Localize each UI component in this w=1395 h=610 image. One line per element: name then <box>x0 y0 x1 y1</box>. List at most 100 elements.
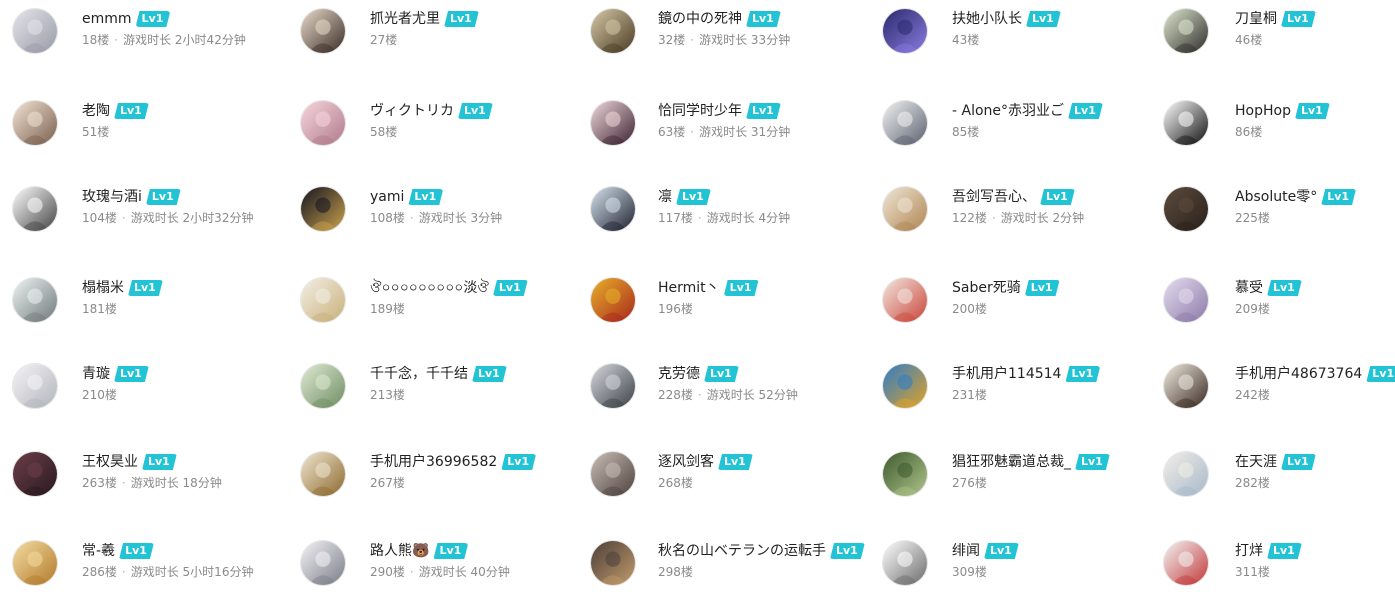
user-avatar[interactable] <box>1163 363 1209 409</box>
user-card[interactable]: ঔ০০০০০০০০০淡ঔ Lv1 189楼 <box>300 277 570 347</box>
username[interactable]: 在天涯 <box>1235 453 1277 471</box>
user-avatar[interactable] <box>1163 451 1209 497</box>
user-card[interactable]: - Alone°赤羽业ご Lv1 85楼 <box>882 100 1152 170</box>
user-card[interactable]: 王权昊业 Lv1 263楼 · 游戏时长 18分钟 <box>12 451 282 521</box>
user-card[interactable]: Hermit丶 Lv1 196楼 <box>590 277 860 347</box>
user-avatar[interactable] <box>590 451 636 497</box>
username[interactable]: 克劳德 <box>658 365 700 383</box>
username[interactable]: 常-羲 <box>82 542 115 560</box>
username[interactable]: 打烊 <box>1235 542 1263 560</box>
username[interactable]: 扶她小队长 <box>952 10 1022 28</box>
user-avatar[interactable] <box>12 363 58 409</box>
user-card[interactable]: 千千念，千千结 Lv1 213楼 <box>300 363 570 433</box>
user-avatar[interactable] <box>882 277 928 323</box>
user-card[interactable]: 玫瑰与酒i Lv1 104楼 · 游戏时长 2小时32分钟 <box>12 186 282 256</box>
user-card[interactable]: 常-羲 Lv1 286楼 · 游戏时长 5小时16分钟 <box>12 540 282 610</box>
username[interactable]: Absolute零° <box>1235 188 1317 206</box>
username[interactable]: 抓光者尤里 <box>370 10 440 28</box>
user-avatar[interactable] <box>590 540 636 586</box>
user-card[interactable]: Absolute零° Lv1 225楼 <box>1163 186 1395 256</box>
username[interactable]: HopHop <box>1235 102 1291 120</box>
user-avatar[interactable] <box>1163 186 1209 232</box>
user-avatar[interactable] <box>882 8 928 54</box>
user-card[interactable]: emmm Lv1 18楼 · 游戏时长 2小时42分钟 <box>12 8 282 78</box>
username[interactable]: Hermit丶 <box>658 279 720 297</box>
username[interactable]: 凛 <box>658 188 672 206</box>
user-card[interactable]: 老陶 Lv1 51楼 <box>12 100 282 170</box>
user-card[interactable]: HopHop Lv1 86楼 <box>1163 100 1395 170</box>
user-card[interactable]: 青璇 Lv1 210楼 <box>12 363 282 433</box>
user-card[interactable]: 绯闻 Lv1 309楼 <box>882 540 1152 610</box>
username[interactable]: Saber死骑 <box>952 279 1021 297</box>
user-card[interactable]: 手机用户48673764 Lv1 242楼 <box>1163 363 1395 433</box>
user-card[interactable]: yami Lv1 108楼 · 游戏时长 3分钟 <box>300 186 570 256</box>
user-avatar[interactable] <box>12 100 58 146</box>
user-avatar[interactable] <box>1163 100 1209 146</box>
username[interactable]: 手机用户114514 <box>952 365 1061 383</box>
user-avatar[interactable] <box>1163 277 1209 323</box>
user-avatar[interactable] <box>882 186 928 232</box>
username[interactable]: 路人熊🐻 <box>370 542 429 560</box>
user-avatar[interactable] <box>12 540 58 586</box>
user-card[interactable]: 恰同学时少年 Lv1 63楼 · 游戏时长 31分钟 <box>590 100 860 170</box>
user-card[interactable]: 慕受 Lv1 209楼 <box>1163 277 1395 347</box>
user-card[interactable]: 凛 Lv1 117楼 · 游戏时长 4分钟 <box>590 186 860 256</box>
username[interactable]: 逐风剑客 <box>658 453 714 471</box>
username[interactable]: 吾剑写吾心、 <box>952 188 1036 206</box>
user-avatar[interactable] <box>300 451 346 497</box>
user-avatar[interactable] <box>590 277 636 323</box>
username[interactable]: 榻榻米 <box>82 279 124 297</box>
username[interactable]: 恰同学时少年 <box>658 102 742 120</box>
user-avatar[interactable] <box>300 186 346 232</box>
user-avatar[interactable] <box>882 363 928 409</box>
username[interactable]: ヴィクトリカ <box>370 102 454 120</box>
user-card[interactable]: 鏡の中の死神 Lv1 32楼 · 游戏时长 33分钟 <box>590 8 860 78</box>
user-card[interactable]: 打烊 Lv1 311楼 <box>1163 540 1395 610</box>
user-avatar[interactable] <box>12 277 58 323</box>
user-card[interactable]: 吾剑写吾心、 Lv1 122楼 · 游戏时长 2分钟 <box>882 186 1152 256</box>
username[interactable]: 手机用户48673764 <box>1235 365 1362 383</box>
user-card[interactable]: 刀皇桐 Lv1 46楼 <box>1163 8 1395 78</box>
user-avatar[interactable] <box>300 277 346 323</box>
user-card[interactable]: 榻榻米 Lv1 181楼 <box>12 277 282 347</box>
username[interactable]: yami <box>370 188 404 206</box>
username[interactable]: 秋名の山ベテランの运転手 <box>658 542 826 560</box>
user-card[interactable]: 手机用户114514 Lv1 231楼 <box>882 363 1152 433</box>
username[interactable]: 鏡の中の死神 <box>658 10 742 28</box>
user-avatar[interactable] <box>590 100 636 146</box>
user-avatar[interactable] <box>590 8 636 54</box>
username[interactable]: 王权昊业 <box>82 453 138 471</box>
user-card[interactable]: 逐风剑客 Lv1 268楼 <box>590 451 860 521</box>
username[interactable]: 猖狂邪魅霸道总裁_ <box>952 453 1071 471</box>
user-card[interactable]: 手机用户36996582 Lv1 267楼 <box>300 451 570 521</box>
user-card[interactable]: 路人熊🐻 Lv1 290楼 · 游戏时长 40分钟 <box>300 540 570 610</box>
username[interactable]: 老陶 <box>82 102 110 120</box>
username[interactable]: emmm <box>82 10 132 28</box>
user-avatar[interactable] <box>300 540 346 586</box>
username[interactable]: 千千念，千千结 <box>370 365 468 383</box>
user-card[interactable]: 秋名の山ベテランの运転手 Lv1 298楼 <box>590 540 860 610</box>
username[interactable]: 绯闻 <box>952 542 980 560</box>
username[interactable]: 慕受 <box>1235 279 1263 297</box>
user-avatar[interactable] <box>1163 8 1209 54</box>
username[interactable]: 玫瑰与酒i <box>82 188 142 206</box>
username[interactable]: 刀皇桐 <box>1235 10 1277 28</box>
user-avatar[interactable] <box>12 451 58 497</box>
user-avatar[interactable] <box>590 186 636 232</box>
user-avatar[interactable] <box>300 8 346 54</box>
user-avatar[interactable] <box>300 363 346 409</box>
user-avatar[interactable] <box>590 363 636 409</box>
username[interactable]: 手机用户36996582 <box>370 453 497 471</box>
user-card[interactable]: Saber死骑 Lv1 200楼 <box>882 277 1152 347</box>
user-avatar[interactable] <box>12 8 58 54</box>
username[interactable]: 青璇 <box>82 365 110 383</box>
user-avatar[interactable] <box>1163 540 1209 586</box>
username[interactable]: - Alone°赤羽业ご <box>952 102 1064 120</box>
username[interactable]: ঔ০০০০০০০০০淡ঔ <box>370 279 489 297</box>
user-card[interactable]: 抓光者尤里 Lv1 27楼 <box>300 8 570 78</box>
user-avatar[interactable] <box>882 451 928 497</box>
user-avatar[interactable] <box>882 540 928 586</box>
user-avatar[interactable] <box>882 100 928 146</box>
user-card[interactable]: 在天涯 Lv1 282楼 <box>1163 451 1395 521</box>
user-card[interactable]: 猖狂邪魅霸道总裁_ Lv1 276楼 <box>882 451 1152 521</box>
